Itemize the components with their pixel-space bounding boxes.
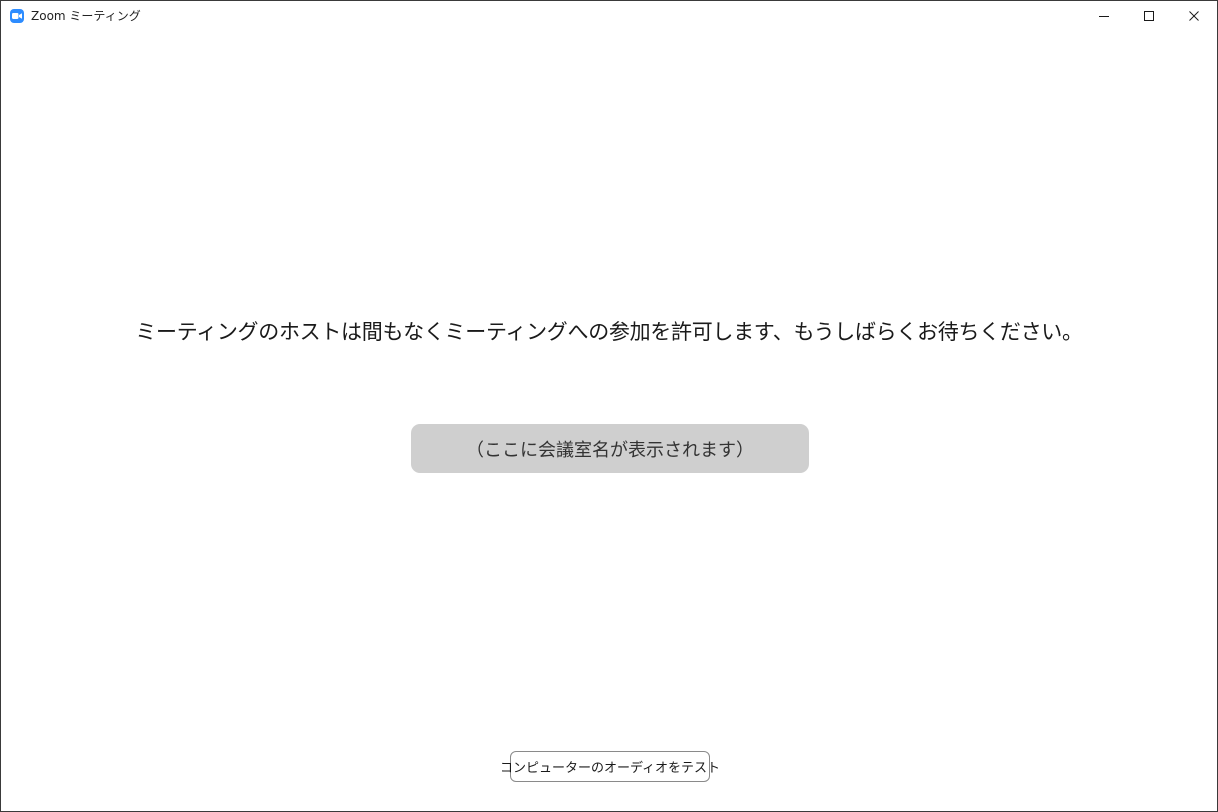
window-title: Zoom ミーティング bbox=[31, 9, 141, 23]
maximize-button[interactable] bbox=[1126, 1, 1172, 31]
test-computer-audio-button[interactable]: コンピューターのオーディオをテスト bbox=[500, 751, 720, 782]
close-icon bbox=[1189, 11, 1199, 21]
minimize-button[interactable] bbox=[1081, 1, 1127, 31]
waiting-room-content: ミーティングのホストは間もなくミーティングへの参加を許可します、もうしばらくお待… bbox=[1, 31, 1217, 811]
waiting-message: ミーティングのホストは間もなくミーティングへの参加を許可します、もうしばらくお待… bbox=[135, 320, 1083, 344]
title-bar[interactable]: Zoom ミーティング bbox=[1, 1, 1217, 31]
zoom-meeting-window: Zoom ミーティング ミーティングのホストは間もなくミーティングへの参加を許可… bbox=[0, 0, 1218, 812]
meeting-name-badge: （ここに会議室名が表示されます） bbox=[411, 424, 809, 473]
maximize-icon bbox=[1144, 11, 1154, 21]
close-button[interactable] bbox=[1171, 1, 1217, 31]
zoom-camera-icon bbox=[10, 9, 24, 23]
minimize-icon bbox=[1099, 16, 1109, 17]
